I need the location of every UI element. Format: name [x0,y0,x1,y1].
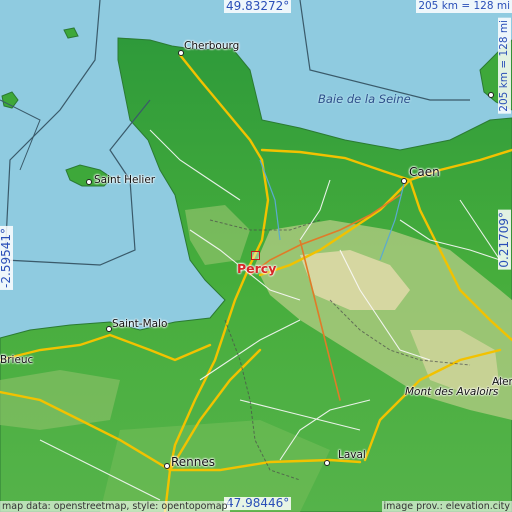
label-brieuc: Brieuc [0,354,34,366]
scale-vertical: 205 km = 128 mi [498,18,511,114]
coord-north: 49.83272° [224,0,292,13]
rennes-dot [164,463,170,469]
label-saint-helier: Saint Helier [94,174,156,186]
isle-town-dot [488,92,494,98]
coord-west: -2.59541° [0,226,13,290]
attribution-right: image prov.: elevation.city [381,501,512,512]
label-laval: Laval [338,449,366,461]
marker-label[interactable]: Percy [237,261,276,276]
upland-brittany [0,370,120,430]
attribution-left: map data: openstreetmap, style: opentopo… [0,501,230,512]
scale-horizontal: 205 km = 128 mi [416,0,512,13]
coord-east: 0.21709° [497,210,511,270]
label-saint-malo: Saint-Malo [112,318,168,330]
location-pin-icon[interactable] [251,251,260,260]
label-cherbourg: Cherbourg [184,40,240,52]
caen-dot [401,178,407,184]
coord-south: 47.98446° [224,496,292,510]
label-baie-de-la-seine: Baie de la Seine [318,92,411,106]
label-caen: Caen [409,165,440,179]
saint-helier-dot [86,179,92,185]
label-rennes: Rennes [171,455,216,469]
laval-dot [324,460,330,466]
label-mont-des-avaloirs: Mont des Avaloirs [405,386,499,398]
elevation-map[interactable]: Cherbourg Caen Saint Helier Saint-Malo B… [0,0,512,512]
